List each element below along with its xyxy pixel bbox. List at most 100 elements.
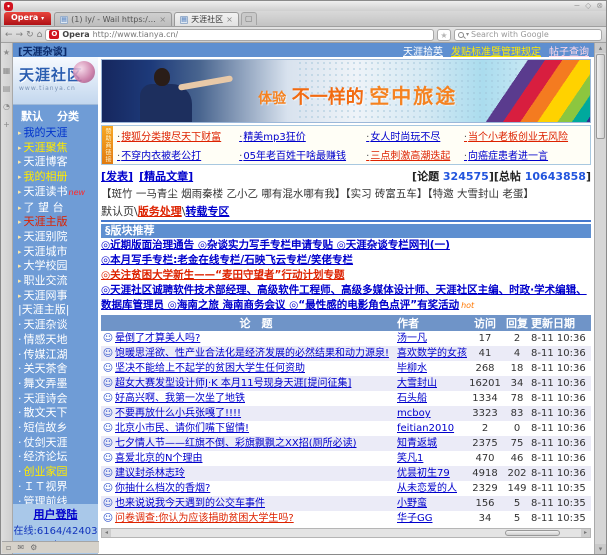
topic-link[interactable]: 问卷调查:你认为应该捐助贫困大学生吗?: [115, 513, 294, 524]
ad-link[interactable]: 三点刺激高潮迭起: [366, 147, 464, 162]
sidebar-item[interactable]: 经济论坛: [18, 450, 98, 465]
author-link[interactable]: 大雪封山: [397, 378, 437, 389]
add-panel-icon[interactable]: +: [3, 120, 10, 129]
login-link[interactable]: 用户登陆: [13, 506, 98, 522]
sidebar-item[interactable]: 天涯杂谈: [18, 318, 98, 333]
author-link[interactable]: 知青返城: [397, 438, 437, 449]
post-button[interactable]: [发表]: [101, 168, 133, 184]
ad-link[interactable]: 女人时尚玩不尽: [366, 128, 464, 143]
ad-link[interactable]: 搜狐分类搜尽天下财富: [117, 128, 239, 143]
sidebar-item[interactable]: 职业交流: [18, 274, 98, 289]
v-scroll-thumb[interactable]: [596, 54, 605, 139]
recommend-link[interactable]: ◎近期版面治理通告 ◎杂谈实力写手专栏申请专贴 ◎天涯杂谈专栏网刊(一): [101, 239, 450, 251]
bookmark-star-icon[interactable]: ★: [437, 29, 451, 41]
topic-link[interactable]: 喜爱北京的N个理由: [115, 453, 202, 464]
chevron-down-icon[interactable]: ▾: [466, 31, 469, 38]
topic-link[interactable]: 七夕情人节——红旗不倒、彩旗飘飘之XX招(厕所必读): [115, 438, 357, 449]
tab-default-page[interactable]: 默认页: [101, 205, 134, 218]
recommend-link[interactable]: ◎关注贫困大学新生——“麦田守望者”行动计划专题: [101, 269, 344, 281]
sidebar-item[interactable]: 天涯网事: [18, 289, 98, 304]
recommend-link[interactable]: ◎本月写手专栏:老金在线专栏/石映飞云专栏/笑佬专栏: [101, 254, 353, 266]
mail-icon[interactable]: ✉: [17, 543, 24, 552]
settings-gear-icon[interactable]: ⚙: [30, 543, 37, 552]
maximize-button[interactable]: ◇: [585, 2, 591, 10]
ad-link[interactable]: 精美mp3狂价: [239, 128, 366, 143]
topic-link[interactable]: 建议封杀林志玲: [115, 468, 185, 479]
ad-link[interactable]: 当个小老板创业无风险: [464, 128, 586, 143]
author-link[interactable]: 小野蛮: [397, 498, 427, 509]
sidebar-item[interactable]: 了 望 台: [18, 201, 98, 216]
url-field[interactable]: O Opera http://www.tianya.cn/: [45, 29, 434, 41]
reload-button[interactable]: ↻: [26, 30, 34, 40]
author-link[interactable]: 笑凡1: [397, 453, 423, 464]
sidebar-item[interactable]: 散文天下: [18, 406, 98, 421]
sidebar-item[interactable]: 天涯博客: [18, 155, 98, 170]
vertical-scrollbar[interactable]: ▴ ▾: [594, 43, 606, 554]
topic-link[interactable]: 坚决不能给上不起学的贫困大学生任何资助: [115, 363, 305, 374]
home-button[interactable]: ⌂: [37, 30, 43, 40]
sidebar-item[interactable]: ＩＴ视界: [18, 480, 98, 495]
notes-icon[interactable]: ▤: [3, 84, 11, 93]
topbar-link[interactable]: 天涯拾英: [403, 43, 443, 58]
sidebar-item[interactable]: 仗剑天涯: [18, 436, 98, 451]
widgets-icon[interactable]: ▦: [3, 66, 11, 75]
topic-link[interactable]: 也来说说我今天遇到的公交车事件: [115, 498, 265, 509]
topic-link[interactable]: 好高兴啊、我第一次坐了地铁: [115, 393, 245, 404]
bookmarks-star-icon[interactable]: ★: [3, 48, 10, 57]
search-input[interactable]: ▾ Search with Google: [454, 29, 602, 41]
browser-tab[interactable]: ▤ 天涯社区 ×: [174, 12, 239, 26]
horizontal-scrollbar[interactable]: ◂ ▸: [101, 528, 591, 538]
author-link[interactable]: 石头船: [397, 393, 427, 404]
ad-banner[interactable]: 体验 不一样的 空中旅途: [101, 59, 591, 123]
sidebar-tab-category[interactable]: 分类: [57, 108, 79, 123]
sidebar-item[interactable]: 情感天地: [18, 333, 98, 348]
ad-link[interactable]: 05年老百姓干啥最赚钱: [239, 147, 366, 162]
tab-repost[interactable]: 转载专区: [185, 205, 229, 218]
sidebar-item[interactable]: 大学校园: [18, 259, 98, 274]
ad-link[interactable]: 向癌症患者进一言: [464, 147, 586, 162]
site-logo[interactable]: 天涯社区 www.tianya.cn: [13, 57, 98, 105]
sidebar-item[interactable]: |天涯主版|: [18, 303, 98, 318]
new-tab-button[interactable]: ▢: [241, 12, 257, 25]
sidebar-item[interactable]: 管理前线: [18, 495, 98, 504]
sidebar-item[interactable]: 传媒江湖: [18, 348, 98, 363]
author-link[interactable]: mcboy: [397, 408, 431, 419]
recommend-link[interactable]: ◎天涯社区诚聘软件技术部经理、高级软件工程师、高级多媒体设计师、天涯社区主编、时…: [101, 284, 587, 311]
topic-link[interactable]: 超女大赛发型设计师J·K 本月11号现身天涯[提问征集]: [115, 378, 351, 389]
scroll-right-icon[interactable]: ▸: [581, 529, 590, 537]
opera-menu-button[interactable]: Opera ▾: [4, 12, 51, 25]
scroll-left-icon[interactable]: ◂: [102, 529, 111, 537]
scroll-down-icon[interactable]: ▾: [595, 544, 606, 554]
sidebar-item[interactable]: 舞文弄墨: [18, 377, 98, 392]
topic-link[interactable]: 不要再放什么小兵张嘎了!!!!: [115, 408, 241, 419]
sidebar-item[interactable]: 天涯读书new: [18, 185, 98, 201]
ad-link[interactable]: 不穿内衣被老公打: [117, 147, 239, 162]
author-link[interactable]: 汤一凡: [397, 333, 427, 344]
featured-articles-link[interactable]: [精品文章]: [139, 168, 193, 184]
author-link[interactable]: 从未恋爱的人: [397, 483, 457, 494]
sidebar-item[interactable]: 天涯主版: [18, 215, 98, 230]
sidebar-item[interactable]: 天涯诗会: [18, 392, 98, 407]
scroll-up-icon[interactable]: ▴: [595, 43, 606, 53]
topic-link[interactable]: 饱暖思淫欲、性产业合法化是经济发展的必然结果和动力源泉!: [115, 348, 389, 359]
author-link[interactable]: 优昙初生79: [397, 468, 450, 479]
sidebar-item[interactable]: 我的天涯: [18, 126, 98, 141]
tab-admin[interactable]: 版务处理: [138, 205, 182, 218]
tab-close-icon[interactable]: ×: [159, 15, 166, 24]
topic-link[interactable]: 你抽什么档次的香烟?: [115, 483, 210, 494]
author-link[interactable]: feitian2010: [397, 423, 454, 434]
author-link[interactable]: 华子GG: [397, 513, 433, 524]
author-link[interactable]: 毕柳水: [397, 363, 427, 374]
minimize-button[interactable]: −: [573, 2, 580, 10]
topic-link[interactable]: 北京小市民、请你们嘴下留情!: [115, 423, 249, 434]
close-button[interactable]: ⊗: [596, 2, 603, 10]
sidebar-item[interactable]: 关天茶舍: [18, 362, 98, 377]
forward-button[interactable]: →: [16, 30, 24, 40]
h-scroll-thumb[interactable]: [505, 530, 560, 536]
sidebar-item[interactable]: 我的相册: [18, 170, 98, 185]
sidebar-tab-default[interactable]: 默认: [21, 108, 43, 123]
topbar-link[interactable]: 发贴标准暨管理规定: [451, 43, 541, 58]
history-clock-icon[interactable]: ◔: [3, 102, 10, 111]
sidebar-item[interactable]: 短信故乡: [18, 421, 98, 436]
panels-toggle-icon[interactable]: ▫: [6, 543, 11, 552]
